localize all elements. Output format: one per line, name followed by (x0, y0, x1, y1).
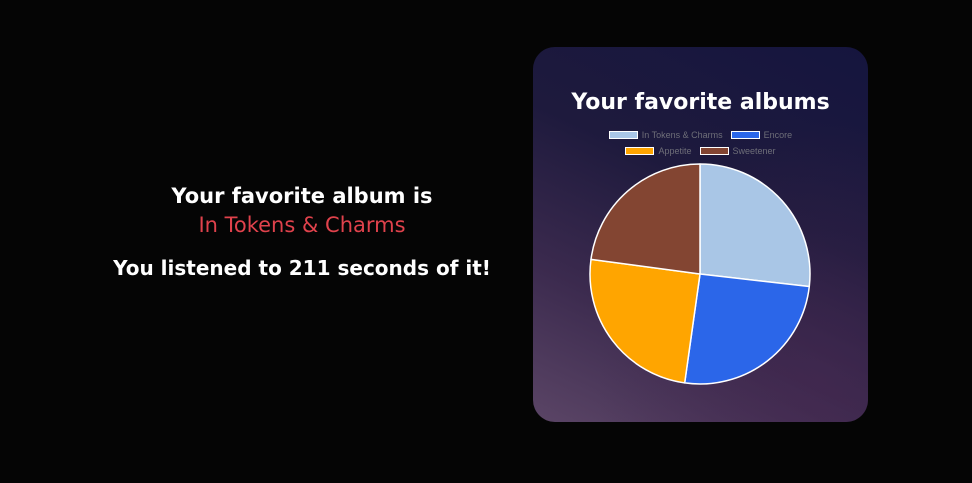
pie-slice-encore[interactable] (683, 273, 811, 385)
favorite-album-summary: Your favorite album is In Tokens & Charm… (100, 182, 504, 282)
favorite-album-name: In Tokens & Charms (198, 213, 406, 237)
listening-time-text: You listened to 211 seconds of it! (113, 256, 491, 280)
pie-slice-appetite[interactable] (589, 258, 701, 384)
pie-slice-in-tokens-charms[interactable] (699, 163, 811, 288)
albums-pie-chart (589, 163, 811, 385)
pie-slice-sweetener[interactable] (590, 163, 701, 275)
favorite-album-heading: Your favorite album is (171, 184, 433, 208)
albums-chart-card: Your favorite albums In Tokens & Charms … (533, 47, 868, 422)
page: Your favorite album is In Tokens & Charm… (0, 0, 972, 483)
